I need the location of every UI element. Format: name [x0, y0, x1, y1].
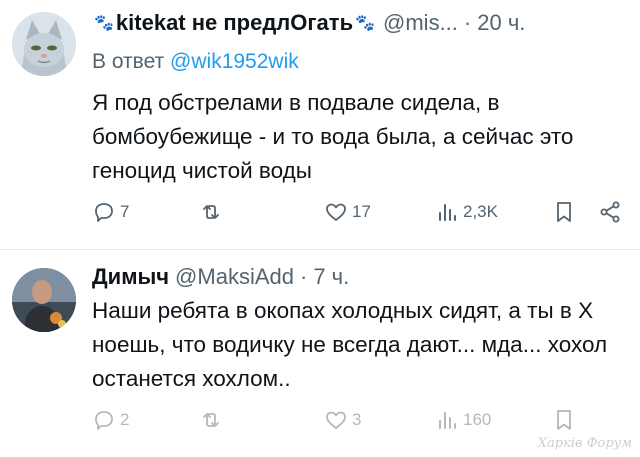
- display-name[interactable]: kitekat не предлОгать: [116, 10, 353, 36]
- bookmark-icon: [557, 410, 571, 430]
- action-bar: 7 17 2,3K: [92, 200, 632, 230]
- retweet-icon: [203, 413, 219, 427]
- share-icon: [600, 201, 620, 223]
- timestamp[interactable]: 7 ч.: [313, 264, 349, 290]
- paw-icon: 🐾: [94, 15, 114, 32]
- timestamp[interactable]: 20 ч.: [477, 10, 525, 36]
- user-handle[interactable]: @mis...: [383, 10, 458, 36]
- retweet-button[interactable]: [199, 200, 227, 224]
- like-count: 17: [352, 202, 371, 221]
- retweet-icon: [203, 205, 219, 219]
- views-button[interactable]: 160: [435, 408, 491, 432]
- like-icon: [326, 411, 346, 429]
- tweet[interactable]: 🐾 kitekat не предлОгать 🐾 @mis... · 20 ч…: [0, 0, 640, 250]
- paw-icon: 🐾: [355, 15, 376, 32]
- reply-button[interactable]: 7: [92, 200, 129, 224]
- separator-dot: ·: [299, 264, 308, 289]
- tweet-text: Я под обстрелами в подвале сидела, в бом…: [92, 90, 574, 183]
- like-button[interactable]: 17: [324, 200, 371, 224]
- views-count: 2,3K: [463, 202, 498, 221]
- action-bar: 2 3 160: [92, 408, 632, 438]
- avatar[interactable]: [12, 12, 76, 76]
- reply-count: 7: [120, 202, 130, 221]
- tweet-text: Наши ребята в окопах холодных сидят, а т…: [92, 298, 608, 391]
- avatar[interactable]: [12, 268, 76, 332]
- person-avatar-icon: [12, 268, 76, 332]
- views-count: 160: [463, 410, 492, 429]
- bookmark-icon: [557, 202, 571, 222]
- share-button[interactable]: [598, 200, 622, 224]
- tweet[interactable]: Димыч @MaksiAdd · 7 ч. Наши ребята в око…: [0, 250, 640, 457]
- watermark: Харків Форум: [537, 436, 632, 451]
- bookmark-button[interactable]: [552, 200, 576, 224]
- bookmark-button[interactable]: [552, 408, 576, 432]
- reply-icon: [95, 203, 113, 222]
- separator-dot: ·: [463, 10, 472, 35]
- like-count: 3: [352, 410, 362, 429]
- views-button[interactable]: 2,3K: [435, 200, 498, 224]
- like-button[interactable]: 3: [324, 408, 361, 432]
- reply-count: 2: [120, 410, 130, 429]
- views-icon: [439, 204, 456, 221]
- cat-avatar-icon: [12, 12, 76, 76]
- retweet-button[interactable]: [199, 408, 227, 432]
- reply-mention-link[interactable]: @wik1952wik: [170, 50, 299, 73]
- tweet-header: Димыч @MaksiAdd · 7 ч.: [92, 264, 349, 290]
- display-name[interactable]: Димыч: [92, 264, 169, 290]
- reply-prefix: В ответ: [92, 50, 165, 73]
- reply-icon: [95, 411, 113, 430]
- reply-button[interactable]: 2: [92, 408, 129, 432]
- user-handle[interactable]: @MaksiAdd: [175, 264, 294, 290]
- reply-context: В ответ @wik1952wik: [92, 50, 299, 74]
- tweet-header: 🐾 kitekat не предлОгать 🐾 @mis... · 20 ч…: [92, 10, 525, 36]
- like-icon: [326, 203, 346, 221]
- views-icon: [439, 412, 456, 429]
